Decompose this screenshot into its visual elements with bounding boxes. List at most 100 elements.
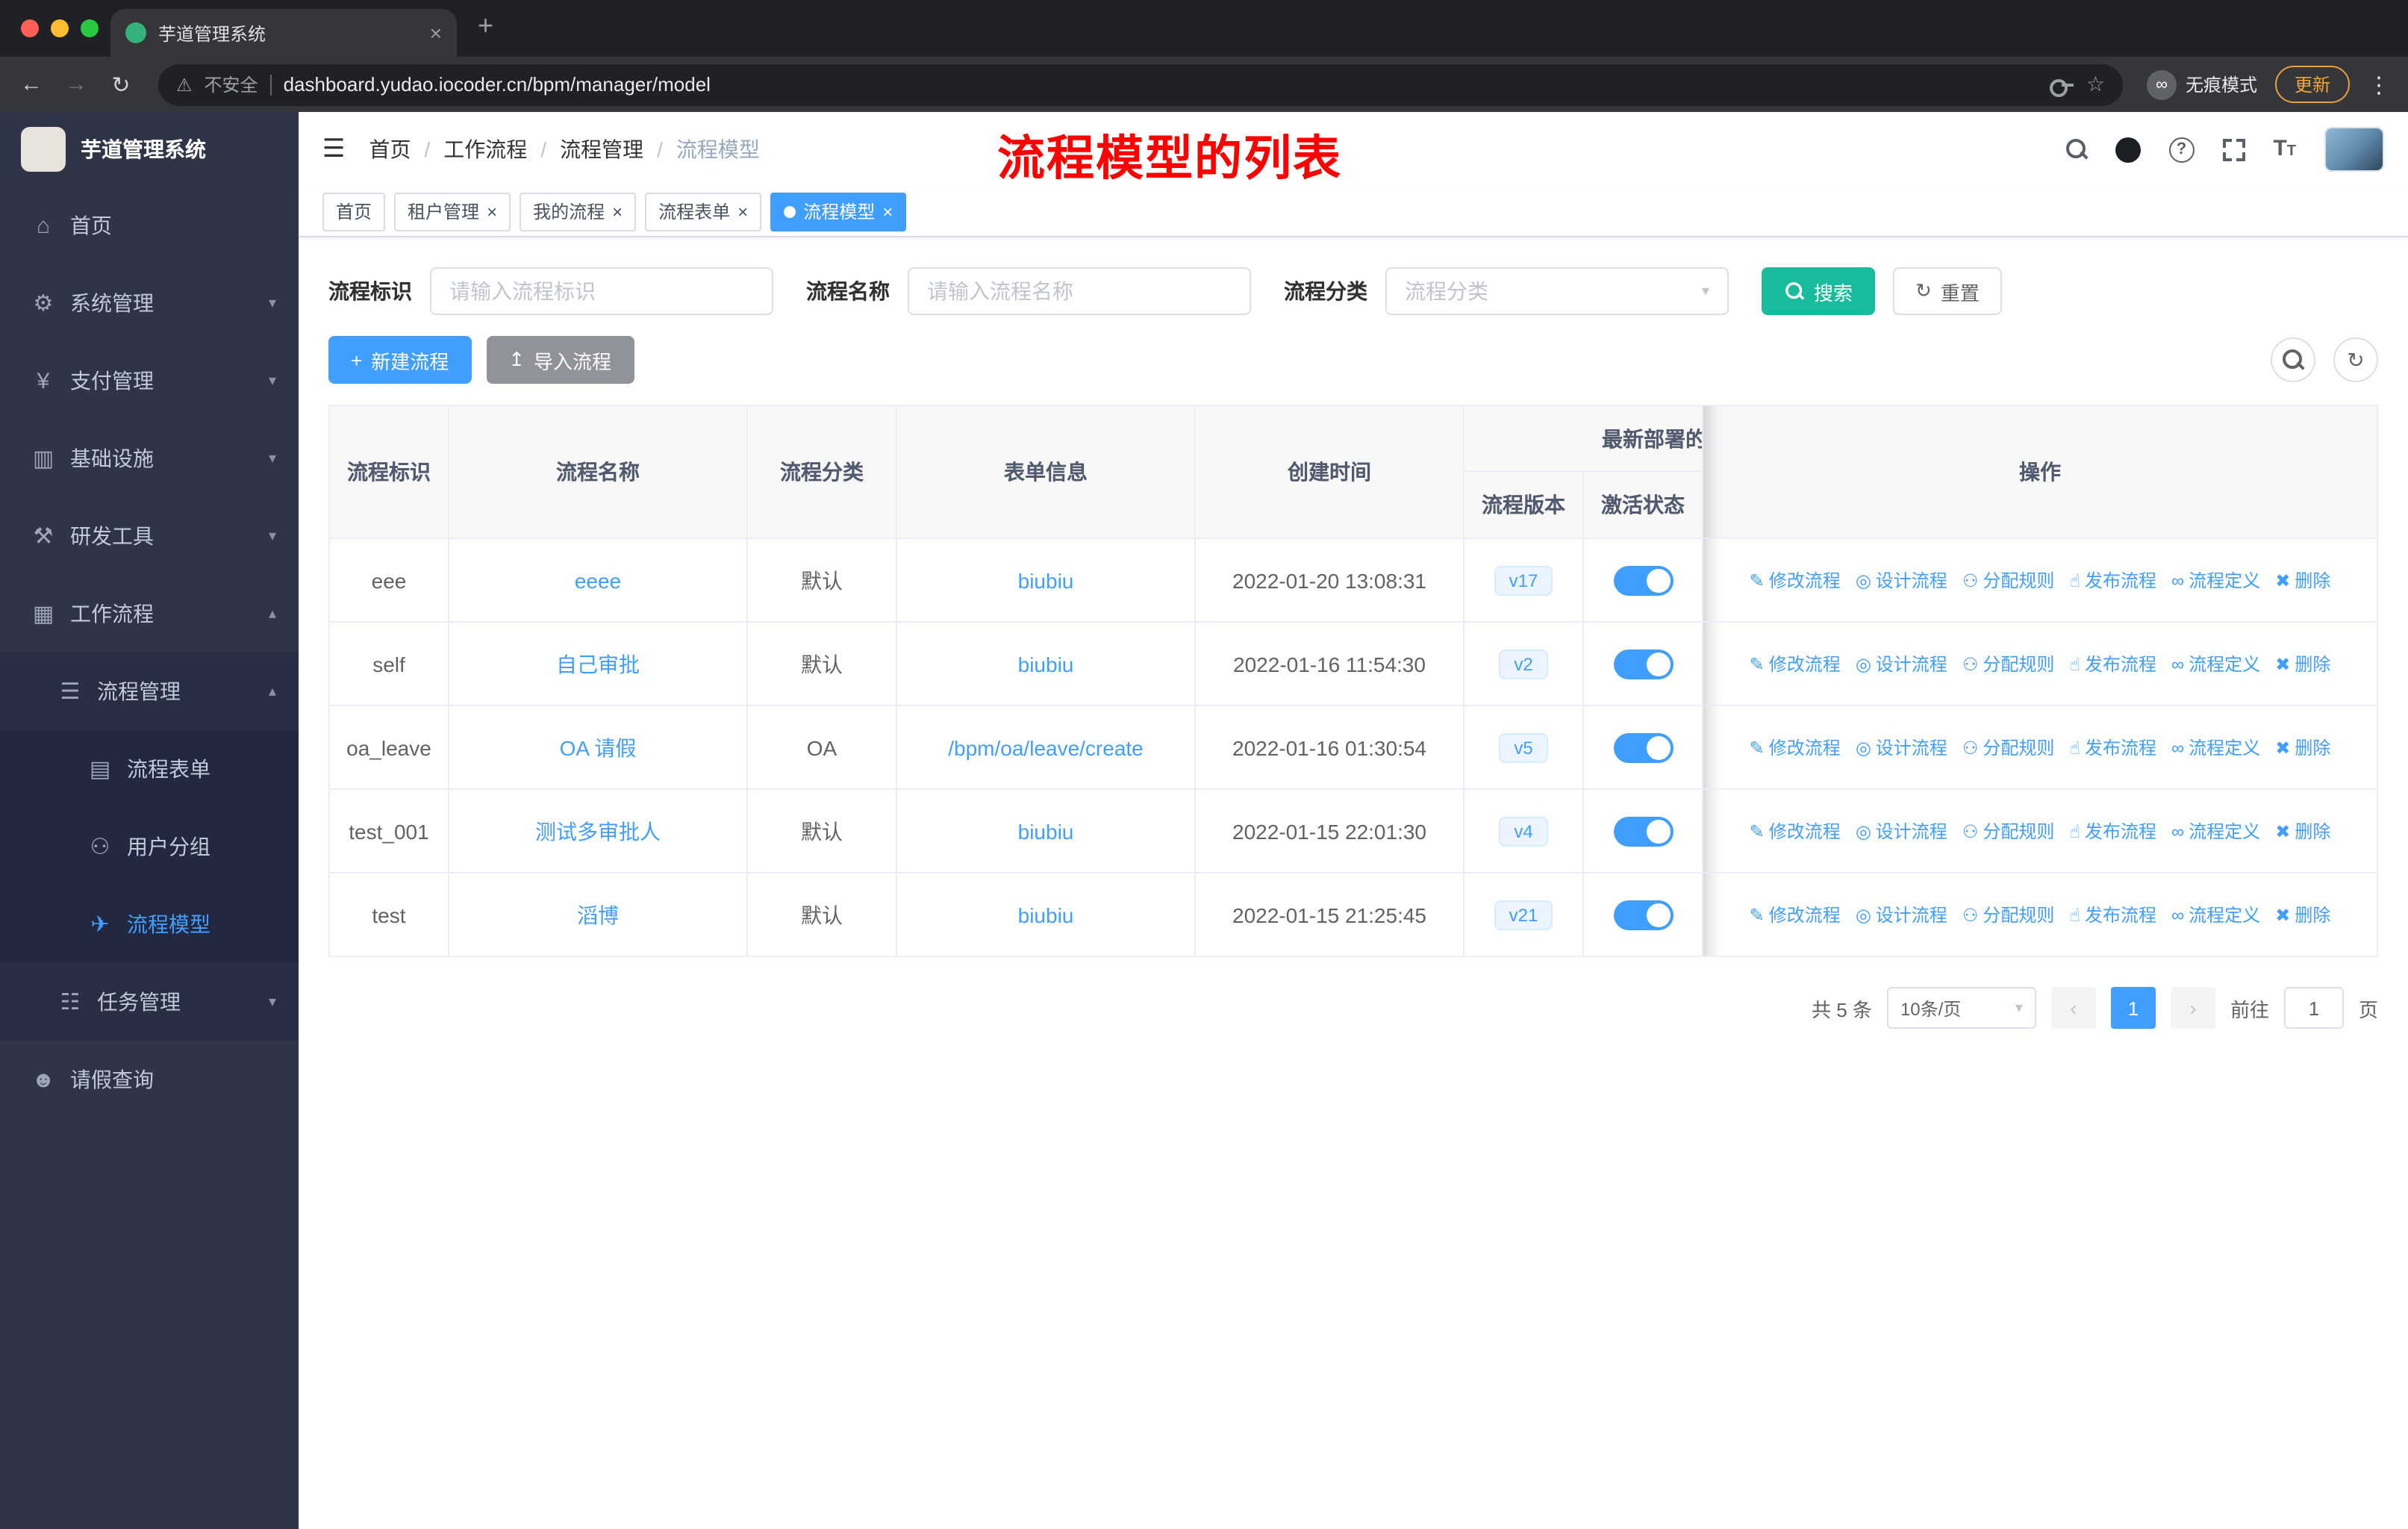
action-publish[interactable]: ☝ 发布流程 xyxy=(2069,818,2156,844)
forward-icon[interactable]: → xyxy=(63,72,90,97)
action-modify[interactable]: ✎ 修改流程 xyxy=(1750,651,1841,676)
browser-tab[interactable]: 芋道管理系统 × xyxy=(110,9,457,57)
sidebar-item-workflow[interactable]: ▦ 工作流程 ▴ xyxy=(0,575,299,653)
action-design[interactable]: ◎ 设计流程 xyxy=(1856,902,1947,927)
process-id-input[interactable] xyxy=(430,267,773,315)
action-delete[interactable]: ✖ 删除 xyxy=(2275,651,2330,676)
action-definition[interactable]: ∞ 流程定义 xyxy=(2171,567,2260,593)
form-link[interactable]: /bpm/oa/leave/create xyxy=(948,735,1144,759)
browser-menu-icon[interactable]: ⋮ xyxy=(2368,71,2390,98)
action-design[interactable]: ◎ 设计流程 xyxy=(1856,651,1947,676)
view-tag[interactable]: 首页 xyxy=(322,192,386,231)
window-close-button[interactable] xyxy=(21,19,39,37)
category-select[interactable]: 流程分类 ▾ xyxy=(1385,267,1729,315)
action-modify[interactable]: ✎ 修改流程 xyxy=(1750,735,1841,760)
search-button[interactable]: 搜索 xyxy=(1762,267,1876,315)
action-delete[interactable]: ✖ 删除 xyxy=(2275,818,2330,844)
process-name-link[interactable]: eeee xyxy=(575,568,621,592)
action-definition[interactable]: ∞ 流程定义 xyxy=(2171,902,2260,927)
active-toggle[interactable] xyxy=(1613,900,1673,929)
sidebar-item-payment[interactable]: ¥ 支付管理 ▾ xyxy=(0,342,299,420)
tag-close-icon[interactable]: × xyxy=(487,201,497,222)
url-text[interactable]: dashboard.yudao.iocoder.cn/bpm/manager/m… xyxy=(284,73,2039,96)
active-toggle[interactable] xyxy=(1613,649,1673,679)
bookmark-star-icon[interactable]: ☆ xyxy=(2086,72,2105,97)
sidebar-item-home[interactable]: ⌂ 首页 xyxy=(0,187,299,264)
action-publish[interactable]: ☝ 发布流程 xyxy=(2069,735,2156,760)
new-tab-button[interactable]: + xyxy=(478,10,493,42)
sidebar-item-user-group[interactable]: ⚇ 用户分组 xyxy=(0,808,299,885)
reload-icon[interactable]: ↻ xyxy=(107,71,134,98)
sidebar-item-system[interactable]: ⚙ 系统管理 ▾ xyxy=(0,264,299,342)
action-definition[interactable]: ∞ 流程定义 xyxy=(2171,651,2260,676)
tag-close-icon[interactable]: × xyxy=(612,201,623,222)
github-icon[interactable] xyxy=(2115,137,2141,162)
form-link[interactable]: biubiu xyxy=(1018,568,1074,592)
prev-page-button[interactable]: ‹ xyxy=(2050,987,2096,1029)
process-name-link[interactable]: 测试多审批人 xyxy=(535,816,661,846)
action-publish[interactable]: ☝ 发布流程 xyxy=(2069,902,2156,927)
sidebar-item-task-mgmt[interactable]: ☷ 任务管理 ▾ xyxy=(0,963,299,1041)
active-toggle[interactable] xyxy=(1613,565,1673,595)
create-process-button[interactable]: + 新建流程 xyxy=(328,336,472,384)
view-tag[interactable]: 我的流程 × xyxy=(520,192,637,231)
process-name-link[interactable]: 自己审批 xyxy=(556,649,640,679)
action-assign[interactable]: ⚇ 分配规则 xyxy=(1962,735,2055,760)
font-size-icon[interactable]: TT xyxy=(2273,136,2296,163)
sidebar-item-devtools[interactable]: ⚒ 研发工具 ▾ xyxy=(0,497,299,575)
window-minimize-button[interactable] xyxy=(51,19,69,37)
active-toggle[interactable] xyxy=(1613,732,1673,762)
menu-fold-icon[interactable]: ☰ xyxy=(322,134,346,164)
action-definition[interactable]: ∞ 流程定义 xyxy=(2171,735,2260,760)
tab-close-icon[interactable]: × xyxy=(430,21,442,45)
action-assign[interactable]: ⚇ 分配规则 xyxy=(1962,651,2055,676)
action-definition[interactable]: ∞ 流程定义 xyxy=(2171,818,2260,844)
process-name-link[interactable]: OA 请假 xyxy=(560,732,637,762)
breadcrumb-item[interactable]: 首页 xyxy=(369,134,411,164)
window-zoom-button[interactable] xyxy=(81,19,99,37)
address-bar[interactable]: ⚠ 不安全 dashboard.yudao.iocoder.cn/bpm/man… xyxy=(158,63,2123,105)
next-page-button[interactable]: › xyxy=(2170,987,2215,1029)
sidebar-item-process-model[interactable]: ✈ 流程模型 xyxy=(0,885,299,963)
import-process-button[interactable]: ↥ 导入流程 xyxy=(486,336,634,384)
action-assign[interactable]: ⚇ 分配规则 xyxy=(1962,818,2055,844)
action-design[interactable]: ◎ 设计流程 xyxy=(1856,567,1947,593)
form-link[interactable]: biubiu xyxy=(1018,652,1074,676)
help-icon[interactable]: ? xyxy=(2168,137,2195,162)
view-tag[interactable]: 流程模型 × xyxy=(770,192,907,231)
form-link[interactable]: biubiu xyxy=(1018,903,1074,927)
tag-close-icon[interactable]: × xyxy=(882,201,893,222)
action-modify[interactable]: ✎ 修改流程 xyxy=(1750,902,1841,927)
page-1-button[interactable]: 1 xyxy=(2110,987,2156,1029)
back-icon[interactable]: ← xyxy=(18,72,45,97)
action-delete[interactable]: ✖ 删除 xyxy=(2275,735,2330,760)
active-toggle[interactable] xyxy=(1613,816,1673,846)
action-modify[interactable]: ✎ 修改流程 xyxy=(1750,567,1841,593)
action-delete[interactable]: ✖ 删除 xyxy=(2275,902,2330,927)
action-delete[interactable]: ✖ 删除 xyxy=(2275,567,2330,593)
refresh-button[interactable]: ↻ xyxy=(2333,337,2378,382)
sidebar-item-process-mgmt[interactable]: ☰ 流程管理 ▴ xyxy=(0,653,299,730)
breadcrumb-item[interactable]: 流程管理 xyxy=(560,134,643,164)
avatar[interactable] xyxy=(2324,127,2384,172)
action-modify[interactable]: ✎ 修改流程 xyxy=(1750,818,1841,844)
view-tag[interactable]: 流程表单 × xyxy=(645,192,762,231)
sidebar-item-leave-query[interactable]: ☻ 请假查询 xyxy=(0,1041,299,1118)
action-design[interactable]: ◎ 设计流程 xyxy=(1856,735,1947,760)
key-icon[interactable] xyxy=(2050,77,2074,96)
page-size-select[interactable]: 10条/页 ▾ xyxy=(1886,987,2036,1029)
sidebar-item-infra[interactable]: ▥ 基础设施 ▾ xyxy=(0,420,299,497)
action-assign[interactable]: ⚇ 分配规则 xyxy=(1962,902,2055,927)
process-name-input[interactable] xyxy=(908,267,1251,315)
process-name-link[interactable]: 滔博 xyxy=(577,900,619,929)
action-design[interactable]: ◎ 设计流程 xyxy=(1856,818,1947,844)
view-tag[interactable]: 租户管理 × xyxy=(394,192,511,231)
form-link[interactable]: biubiu xyxy=(1018,819,1074,843)
action-publish[interactable]: ☝ 发布流程 xyxy=(2069,651,2156,676)
update-button[interactable]: 更新 xyxy=(2274,66,2350,103)
goto-page-input[interactable] xyxy=(2283,987,2344,1029)
tag-close-icon[interactable]: × xyxy=(737,201,748,222)
sidebar-item-process-form[interactable]: ▤ 流程表单 xyxy=(0,730,299,808)
search-icon[interactable] xyxy=(2065,139,2086,160)
action-publish[interactable]: ☝ 发布流程 xyxy=(2069,567,2156,593)
